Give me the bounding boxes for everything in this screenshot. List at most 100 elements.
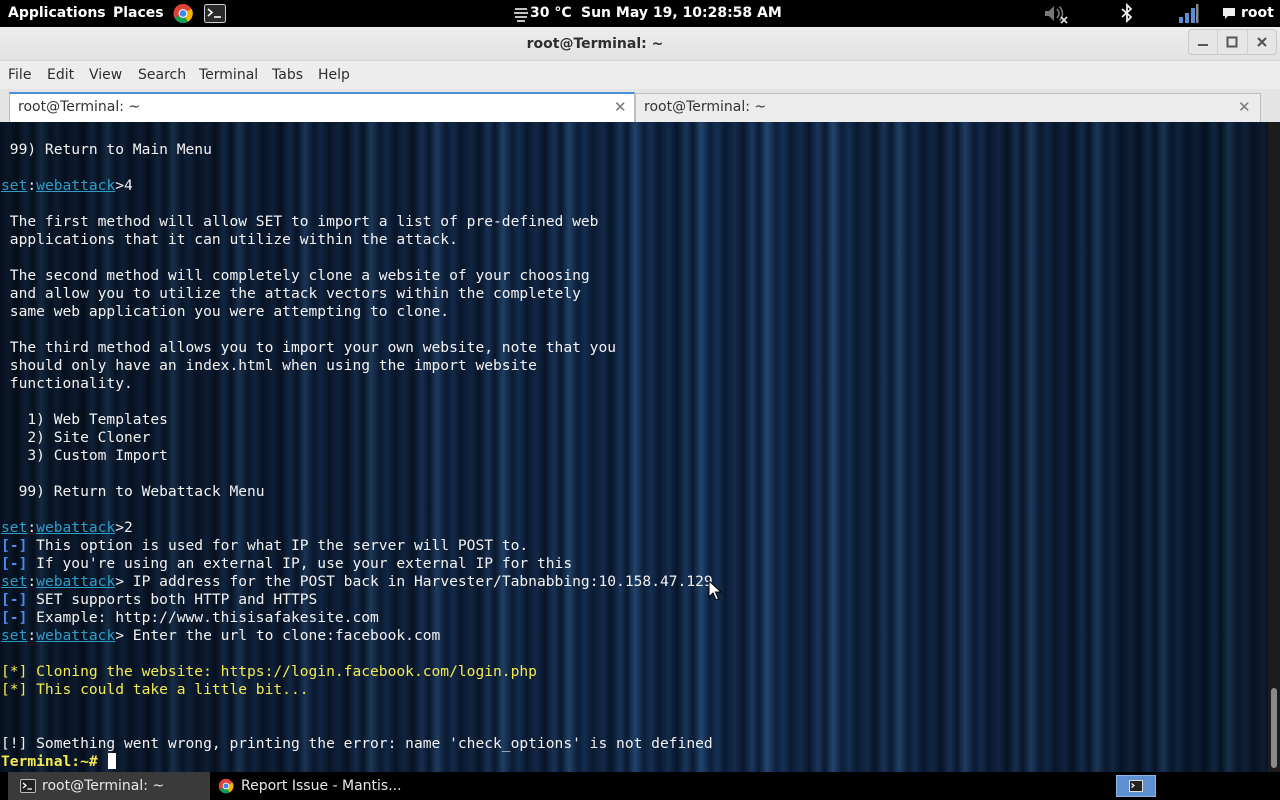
maximize-button[interactable]: [1217, 30, 1246, 54]
tab-terminal-2[interactable]: root@Terminal: ~ ✕: [635, 93, 1261, 122]
terminal-line: [-] If you're using an external IP, use …: [1, 555, 572, 573]
terminal-line: The second method will completely clone …: [1, 267, 590, 285]
terminal-text: webattack: [36, 573, 116, 590]
tab-label: root@Terminal: ~: [644, 99, 767, 115]
terminal-text: :: [27, 573, 37, 590]
terminal-line: same web application you were attempting…: [1, 303, 449, 321]
task-label: Report Issue - Mantis...: [241, 778, 402, 794]
terminal-text: :: [27, 177, 37, 194]
task-terminal[interactable]: root@Terminal: ~: [8, 772, 210, 800]
workspace-switcher[interactable]: [1116, 775, 1156, 797]
terminal-text: 99) Return to Main Menu: [1, 141, 212, 158]
task-label: root@Terminal: ~: [42, 778, 165, 794]
terminal-text: webattack: [36, 627, 116, 644]
terminal-text: and allow you to utilize the attack vect…: [1, 285, 581, 302]
network-icon[interactable]: [1177, 3, 1199, 24]
menubar: File Edit View Search Terminal Tabs Help: [0, 61, 1280, 89]
tab-close-icon[interactable]: ✕: [1238, 98, 1251, 116]
close-button[interactable]: [1246, 30, 1276, 54]
applications-menu[interactable]: Applications: [8, 0, 106, 27]
taskbar: root@Terminal: ~ Report Issue - Mantis..…: [0, 772, 1280, 800]
terminal-text: [*] Cloning the website: https://login.f…: [1, 663, 537, 680]
chrome-icon: [218, 778, 234, 794]
tab-close-icon[interactable]: ✕: [614, 98, 627, 116]
terminal-icon[interactable]: [204, 3, 226, 24]
weather-temp[interactable]: 30 °C: [530, 0, 572, 27]
window-titlebar[interactable]: root@Terminal: ~: [0, 27, 1280, 61]
terminal-output[interactable]: 99) Return to Main Menu set:webattack>4 T…: [0, 122, 1268, 772]
terminal-line: [-] SET supports both HTTP and HTTPS: [1, 591, 317, 609]
terminal-text: set: [1, 519, 28, 536]
menu-search[interactable]: Search: [138, 61, 186, 89]
terminal-line: 2) Site Cloner: [1, 429, 150, 447]
terminal-line: should only have an index.html when usin…: [1, 357, 537, 375]
terminal-text: set: [1, 627, 28, 644]
terminal-line: [*] Cloning the website: https://login.f…: [1, 663, 537, 681]
chrome-icon[interactable]: [172, 3, 194, 24]
minimize-icon: [1198, 44, 1209, 46]
terminal-text: >4: [115, 177, 133, 194]
terminal-line: applications that it can utilize within …: [1, 231, 458, 249]
menu-help[interactable]: Help: [318, 61, 350, 89]
terminal-line: 99) Return to Webattack Menu: [1, 483, 265, 501]
terminal-text: same web application you were attempting…: [1, 303, 450, 320]
terminal-text: applications that it can utilize within …: [1, 231, 458, 248]
terminal-text: SET supports both HTTP and HTTPS: [27, 591, 318, 608]
window-title: root@Terminal: ~: [526, 36, 664, 52]
terminal-text: set: [1, 177, 28, 194]
terminal-text: :: [27, 627, 37, 644]
menu-edit[interactable]: Edit: [47, 61, 74, 89]
terminal-line: The third method allows you to import yo…: [1, 339, 616, 357]
terminal-line: and allow you to utilize the attack vect…: [1, 285, 581, 303]
terminal-text: > IP address for the POST back in Harves…: [115, 573, 713, 590]
terminal-text: :: [27, 519, 37, 536]
terminal-text: webattack: [36, 519, 116, 536]
close-icon: [1257, 37, 1267, 47]
terminal-line: [-] Example: http://www.thisisafakesite.…: [1, 609, 379, 627]
maximize-icon: [1226, 36, 1238, 48]
terminal-line: set:webattack>2: [1, 519, 133, 537]
top-panel: Applications Places 30 °C Sun May 19, 10…: [0, 0, 1280, 27]
scrollbar-thumb[interactable]: [1271, 688, 1277, 768]
terminal-text: [-]: [1, 591, 28, 608]
text-cursor: [108, 753, 117, 769]
menu-tabs[interactable]: Tabs: [272, 61, 303, 89]
user-menu[interactable]: root: [1241, 0, 1274, 27]
mouse-pointer-icon: [708, 580, 722, 601]
clock[interactable]: Sun May 19, 10:28:58 AM: [581, 0, 782, 27]
terminal-line: [-] This option is used for what IP the …: [1, 537, 528, 555]
terminal-line: [!] Something went wrong, printing the e…: [1, 735, 713, 753]
tab-bar: root@Terminal: ~ ✕ root@Terminal: ~ ✕: [0, 89, 1280, 123]
task-chrome[interactable]: Report Issue - Mantis...: [212, 772, 412, 800]
terminal-line: set:webattack> Enter the url to clone:fa…: [1, 627, 440, 645]
terminal-text: 2) Site Cloner: [1, 429, 151, 446]
terminal-text: functionality.: [1, 375, 133, 392]
menu-view[interactable]: View: [89, 61, 122, 89]
terminal-text: Example: http://www.thisisafakesite.com: [27, 609, 379, 626]
places-menu[interactable]: Places: [113, 0, 164, 27]
terminal-line: set:webattack>4: [1, 177, 133, 195]
chat-status-icon[interactable]: [1221, 3, 1237, 24]
terminal-scrollbar[interactable]: [1268, 122, 1280, 772]
terminal-text: The first method will allow SET to impor…: [1, 213, 599, 230]
terminal-text: 1) Web Templates: [1, 411, 168, 428]
minimize-button[interactable]: [1189, 30, 1217, 54]
terminal-text: should only have an index.html when usin…: [1, 357, 537, 374]
tab-terminal-1[interactable]: root@Terminal: ~ ✕: [9, 92, 635, 123]
terminal-line: 3) Custom Import: [1, 447, 168, 465]
menu-file[interactable]: File: [8, 61, 31, 89]
terminal-text: [!] Something went wrong, printing the e…: [1, 735, 713, 752]
terminal-icon: [1129, 780, 1143, 792]
terminal-text: The second method will completely clone …: [1, 267, 590, 284]
terminal-line: The first method will allow SET to impor…: [1, 213, 599, 231]
terminal-text: >2: [115, 519, 133, 536]
terminal-text: [-]: [1, 537, 28, 554]
terminal-text: set: [1, 573, 28, 590]
terminal-text: This option is used for what IP the serv…: [27, 537, 529, 554]
volume-muted-icon[interactable]: [1043, 3, 1069, 24]
terminal-text: [-]: [1, 609, 28, 626]
bluetooth-icon[interactable]: [1118, 2, 1136, 24]
menu-terminal[interactable]: Terminal: [199, 61, 258, 89]
terminal-text: The third method allows you to import yo…: [1, 339, 617, 356]
